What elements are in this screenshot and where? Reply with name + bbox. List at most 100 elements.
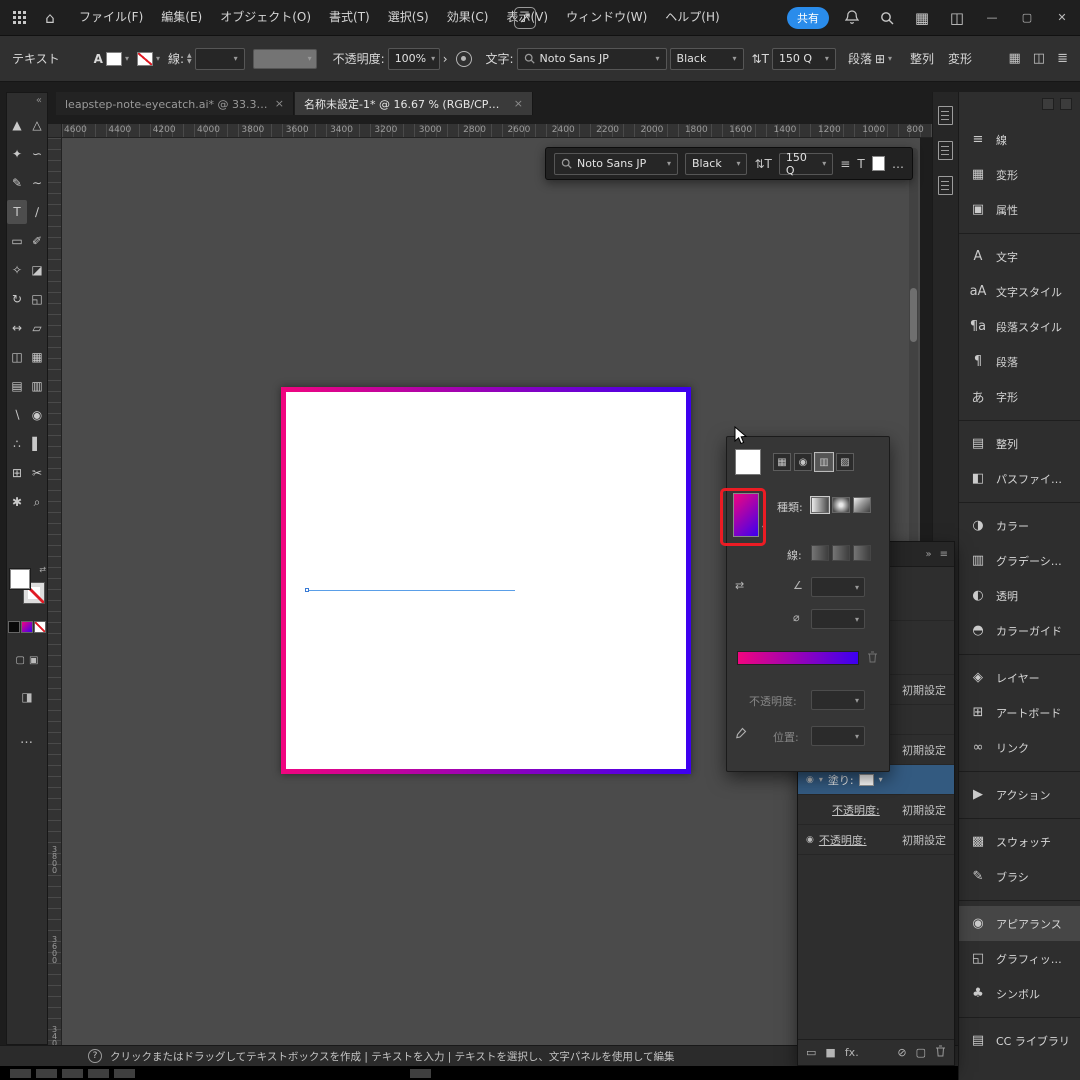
delete-stop-icon[interactable] — [867, 651, 878, 666]
shaper-tool[interactable]: ✧ — [7, 258, 27, 282]
taskbar-item[interactable] — [114, 1069, 135, 1078]
opacity-select[interactable]: 100%▾ — [388, 48, 440, 70]
dock-item-actions[interactable]: ▶ アクション — [959, 777, 1080, 812]
font-size-select[interactable]: 150 Q▾ — [779, 153, 833, 175]
menu-select[interactable]: 選択(S) — [379, 0, 438, 35]
appearance-row-opacity[interactable]: ◉ 不透明度: 初期設定 — [798, 825, 954, 855]
delete-item-icon[interactable] — [935, 1045, 946, 1060]
add-stroke-icon[interactable]: ▭ — [806, 1046, 816, 1059]
draw-normal-icon[interactable]: ▢ — [16, 655, 25, 666]
arrange-documents-icon[interactable]: ▦ — [1009, 51, 1021, 66]
character-label[interactable]: 文字: — [486, 50, 514, 67]
share-button[interactable]: 共有 — [787, 7, 829, 29]
fill-color-swatch[interactable] — [859, 774, 874, 786]
collapsed-panel-icon[interactable] — [938, 176, 953, 195]
dock-item-artboards[interactable]: ⊞ アートボード — [959, 695, 1080, 730]
dock-item-color-guide[interactable]: ◓ カラーガイド — [959, 613, 1080, 648]
panel-menu-icon[interactable]: ≡ — [940, 549, 948, 560]
opacity-link[interactable]: 不透明度: — [819, 832, 867, 848]
color-mode-button[interactable] — [8, 621, 20, 633]
dock-item-pathfinder[interactable]: ◧ パスファインダー — [959, 461, 1080, 496]
opacity-link[interactable]: 不透明度: — [832, 802, 880, 818]
rotate-tool[interactable]: ↻ — [7, 287, 27, 311]
perspective-grid-tool[interactable]: ▦ — [27, 345, 47, 369]
shape-builder-tool[interactable]: ◫ — [7, 345, 27, 369]
character-fill-proxy[interactable]: A ▾ — [94, 52, 129, 66]
free-transform-tool[interactable]: ▱ — [27, 316, 47, 340]
taskbar-item[interactable] — [36, 1069, 57, 1078]
dock-item-brushes[interactable]: ✎ ブラシ — [959, 859, 1080, 894]
artboard-tool[interactable]: ⊞ — [7, 461, 27, 485]
eyedropper-tool[interactable]: ∖ — [7, 403, 27, 427]
close-button[interactable]: ✕ — [1050, 11, 1074, 24]
menu-type[interactable]: 書式(T) — [320, 0, 379, 35]
blend-tool[interactable]: ◉ — [27, 403, 47, 427]
taskbar-item[interactable] — [62, 1069, 83, 1078]
recolor-artwork-icon[interactable] — [456, 51, 472, 67]
dock-item-paragraph[interactable]: ¶ 段落 — [959, 344, 1080, 379]
font-family-select[interactable]: Noto Sans JP▾ — [554, 153, 678, 175]
character-panel-icon[interactable]: T — [857, 157, 864, 171]
stroke-weight-select[interactable]: ▾ — [195, 48, 245, 70]
paragraph-panel-icon[interactable]: ⊞ — [875, 52, 885, 66]
aspect-ratio-select[interactable]: ▾ — [811, 609, 865, 629]
taskbar-item[interactable] — [88, 1069, 109, 1078]
appearance-row-char-opacity[interactable]: 不透明度: 初期設定 — [798, 795, 954, 825]
dock-item-transform[interactable]: ▦ 変形 — [959, 157, 1080, 192]
font-weight-select[interactable]: Black▾ — [670, 48, 744, 70]
dock-item-character[interactable]: A 文字 — [959, 239, 1080, 274]
eraser-tool[interactable]: ◪ — [27, 258, 47, 282]
apps-grid-icon[interactable] — [7, 6, 31, 30]
stroke-weight-stepper[interactable]: ▲▼ — [187, 53, 192, 65]
clear-appearance-icon[interactable]: ⊘ — [897, 1046, 906, 1059]
dock-expand-icon[interactable] — [1060, 98, 1072, 110]
dock-item-stroke[interactable]: ≡ 線 — [959, 122, 1080, 157]
tab-document-1[interactable]: leapstep-note-eyecatch.ai* @ 33.33 % (RG… — [56, 92, 294, 115]
scale-tool[interactable]: ◱ — [27, 287, 47, 311]
mesh-tool[interactable]: ▤ — [7, 374, 27, 398]
linear-gradient-button[interactable] — [811, 497, 829, 513]
selection-tool[interactable]: ▲ — [7, 113, 27, 137]
tab-close-icon[interactable]: × — [514, 97, 523, 110]
duplicate-item-icon[interactable]: ▢ — [916, 1046, 926, 1059]
gradient-tool[interactable]: ▥ — [27, 374, 47, 398]
width-tool[interactable]: ↔ — [7, 316, 27, 340]
line-segment-tool[interactable]: ∕ — [27, 200, 47, 224]
rectangle-tool[interactable]: ▭ — [7, 229, 27, 253]
gradient-angle-select[interactable]: ▾ — [811, 577, 865, 597]
fill-stroke-proxy[interactable]: ⇄ — [10, 569, 44, 603]
add-fill-icon[interactable]: ■ — [825, 1046, 835, 1059]
minimize-button[interactable]: — — [980, 11, 1004, 24]
opacity-label[interactable]: 不透明度: — [333, 50, 385, 67]
direct-selection-tool[interactable]: △ — [27, 113, 47, 137]
align-button[interactable]: 整列 — [910, 50, 934, 67]
panel-layout-icon[interactable]: ◫ — [945, 6, 969, 30]
more-options-icon[interactable]: … — [892, 157, 904, 171]
menu-object[interactable]: オブジェクト(O) — [211, 0, 320, 35]
edit-toolbar-icon[interactable]: … — [20, 732, 34, 747]
dock-item-swatches[interactable]: ▩ スウォッチ — [959, 824, 1080, 859]
collapsed-panel-icon[interactable] — [938, 141, 953, 160]
stop-location-select[interactable]: ▾ — [811, 726, 865, 746]
magic-wand-tool[interactable]: ✦ — [7, 142, 27, 166]
dock-item-align[interactable]: ▤ 整列 — [959, 426, 1080, 461]
menu-help[interactable]: ヘルプ(H) — [656, 0, 728, 35]
pen-tool[interactable]: ✎ — [7, 171, 27, 195]
workspace-switcher-icon[interactable]: ▦ — [910, 6, 934, 30]
tab-document-2[interactable]: 名称未設定-1* @ 16.67 % (RGB/CPUプレビュー) × — [295, 92, 533, 115]
add-effect-icon[interactable]: fx. — [845, 1046, 859, 1059]
taskbar-item[interactable] — [10, 1069, 31, 1078]
tab-close-icon[interactable]: × — [275, 97, 284, 110]
artboard-surface[interactable] — [286, 392, 686, 769]
current-color-swatch[interactable] — [735, 449, 761, 475]
dock-item-appearance[interactable]: ◉ アピアランス — [959, 906, 1080, 941]
dock-item-links[interactable]: ∞ リンク — [959, 730, 1080, 765]
menu-file[interactable]: ファイル(F) — [70, 0, 152, 35]
stroke-none-swatch[interactable] — [137, 52, 153, 66]
slice-tool[interactable]: ✂ — [27, 461, 47, 485]
menu-edit[interactable]: 編集(E) — [152, 0, 211, 35]
collapsed-panel-icon[interactable] — [938, 106, 953, 125]
dock-item-transparency[interactable]: ◐ 透明 — [959, 578, 1080, 613]
dock-item-cc-libraries[interactable]: ▤ CC ライブラリ — [959, 1023, 1080, 1058]
gradient-slider[interactable] — [737, 651, 859, 665]
